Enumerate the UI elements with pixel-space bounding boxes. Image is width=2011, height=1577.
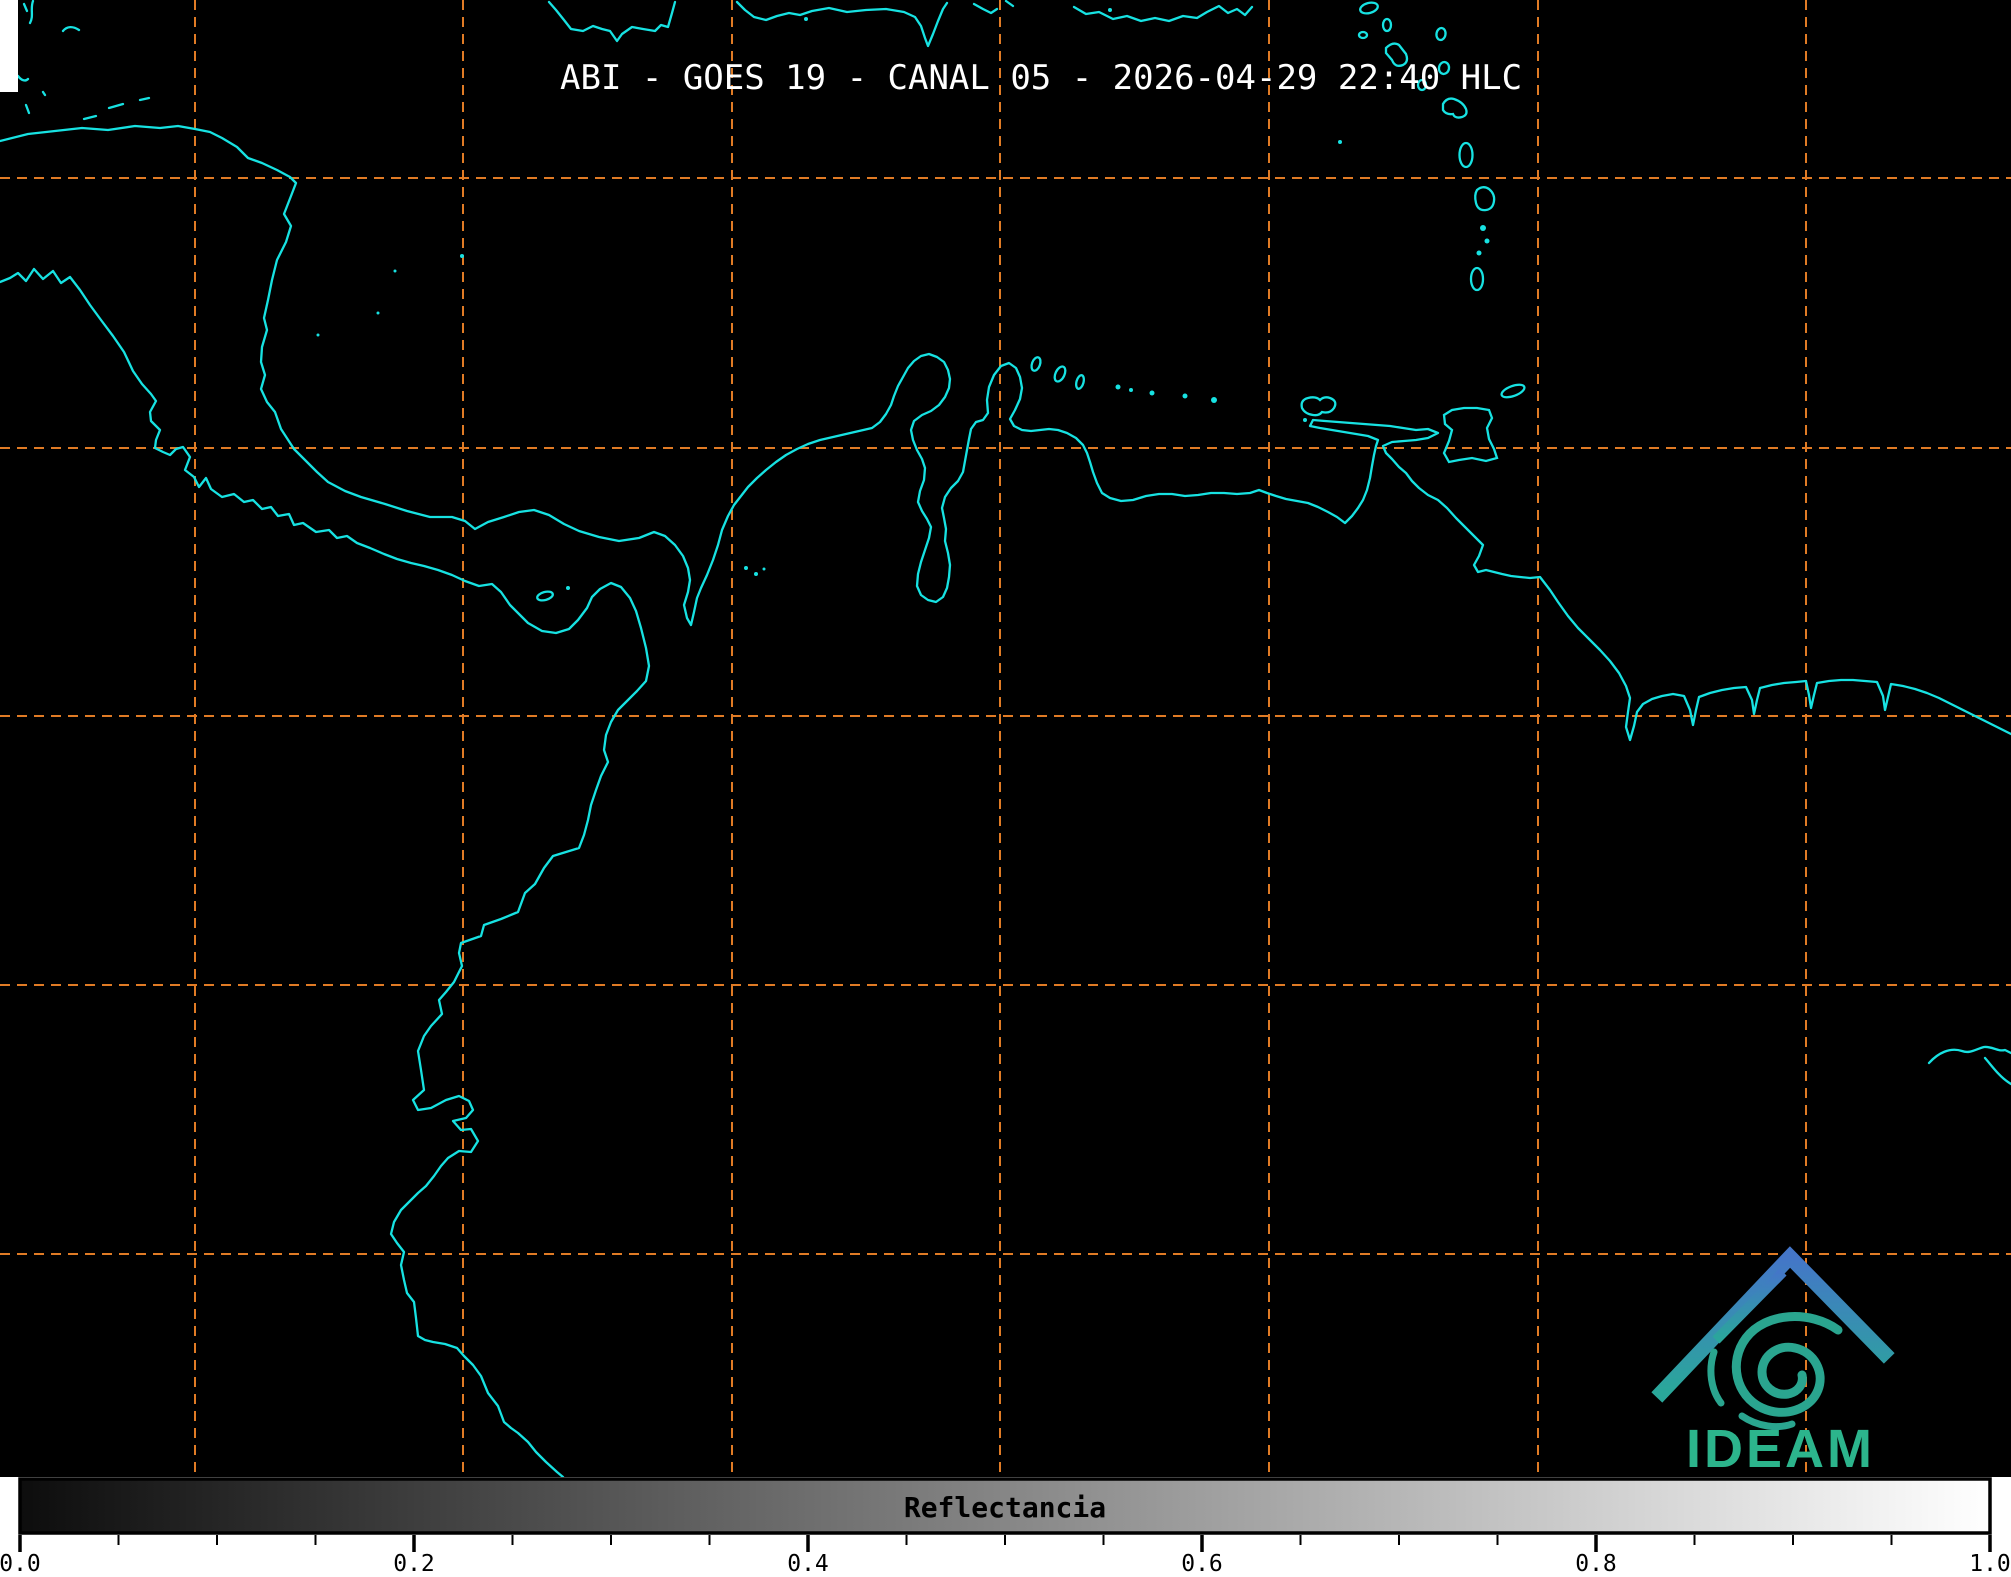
islet-dot	[1183, 394, 1188, 399]
islet-dot	[1211, 397, 1217, 403]
colorbar-tick-label: 0.8	[1575, 1551, 1617, 1577]
islet-dot	[1150, 391, 1155, 396]
colorbar-tick-label: 0.0	[0, 1551, 41, 1577]
islet-dot	[754, 572, 758, 576]
islet-dot	[1116, 385, 1121, 390]
islet-dot	[1485, 239, 1490, 244]
colorbar-label: Reflectancia	[904, 1491, 1106, 1524]
islet-dot	[566, 586, 570, 590]
colorbar-panel: Reflectancia 0.0 0.2 0.4 0.6 0.8 1.0	[0, 1477, 2011, 1577]
islet-dot	[1480, 225, 1486, 231]
product-title: ABI - GOES 19 - CANAL 05 - 2026-04-29 22…	[560, 58, 1522, 98]
islet-dot	[377, 312, 380, 315]
islet-dot	[804, 17, 808, 21]
islet-dot	[1477, 251, 1482, 256]
islet-dot	[744, 566, 748, 570]
colorbar-tick-label: 1.0	[1969, 1551, 2011, 1577]
logo-wordmark: IDEAM	[1686, 1419, 1875, 1479]
colorbar-tick-label: 0.4	[787, 1551, 829, 1577]
islet-dot	[317, 334, 320, 337]
offdisk-corner	[0, 0, 18, 92]
colorbar-tick-label: 0.6	[1181, 1551, 1223, 1577]
satellite-image-product: ABI - GOES 19 - CANAL 05 - 2026-04-29 22…	[0, 0, 2011, 1577]
map-background	[0, 0, 2011, 1477]
colorbar-tick-label: 0.2	[393, 1551, 435, 1577]
islet-dot	[763, 568, 766, 571]
islet-dot	[1338, 140, 1342, 144]
islet-dot	[394, 270, 397, 273]
islet-dot	[1129, 388, 1133, 392]
islet-dot	[460, 254, 464, 258]
islet-dot	[1108, 8, 1112, 12]
map-svg: ABI - GOES 19 - CANAL 05 - 2026-04-29 22…	[0, 0, 2011, 1577]
islet-dot	[1303, 418, 1307, 422]
